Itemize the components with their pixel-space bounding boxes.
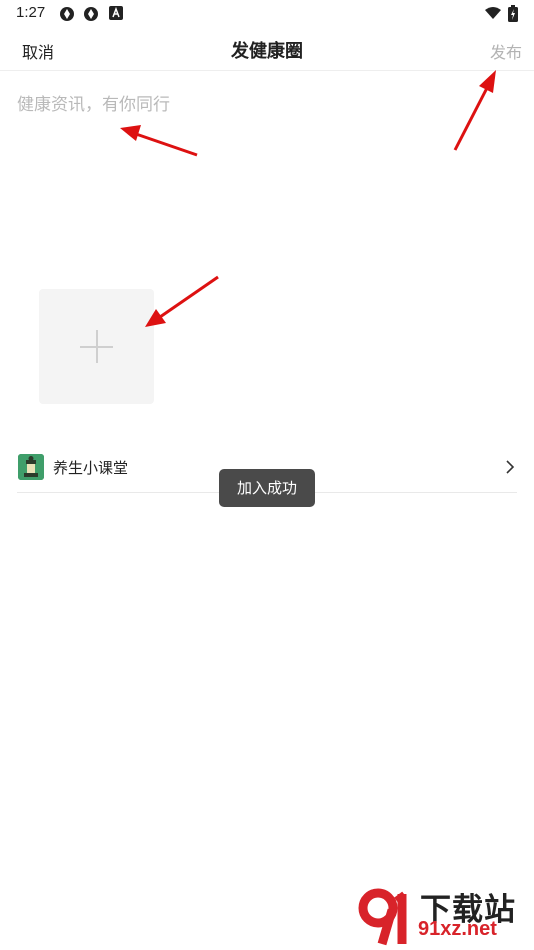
chevron-right-icon xyxy=(506,460,515,474)
status-time: 1:27 xyxy=(16,4,46,21)
sync-icon xyxy=(60,7,74,21)
battery-charging-icon xyxy=(508,5,518,22)
status-bar: 1:27 xyxy=(0,0,534,28)
sync-icon xyxy=(84,7,98,21)
annotation-arrow-add-image xyxy=(145,275,219,327)
watermark-91-icon xyxy=(358,888,407,946)
page-title: 发健康圈 xyxy=(231,41,303,62)
watermark-text-bottom: 91xz.net xyxy=(418,918,497,940)
watermark-logo: 下载站 91xz.net xyxy=(358,884,528,948)
wifi-icon xyxy=(485,7,501,19)
post-content-input[interactable] xyxy=(17,90,517,240)
app-a-icon xyxy=(109,6,123,20)
add-image-button[interactable] xyxy=(39,289,154,404)
top-app-bar: 取消 发健康圈 发布 xyxy=(0,28,534,71)
publish-button[interactable]: 发布 xyxy=(490,39,522,63)
toast-message: 加入成功 xyxy=(219,469,315,507)
category-thumbnail-icon xyxy=(18,454,44,480)
category-label: 养生小课堂 xyxy=(53,459,129,477)
